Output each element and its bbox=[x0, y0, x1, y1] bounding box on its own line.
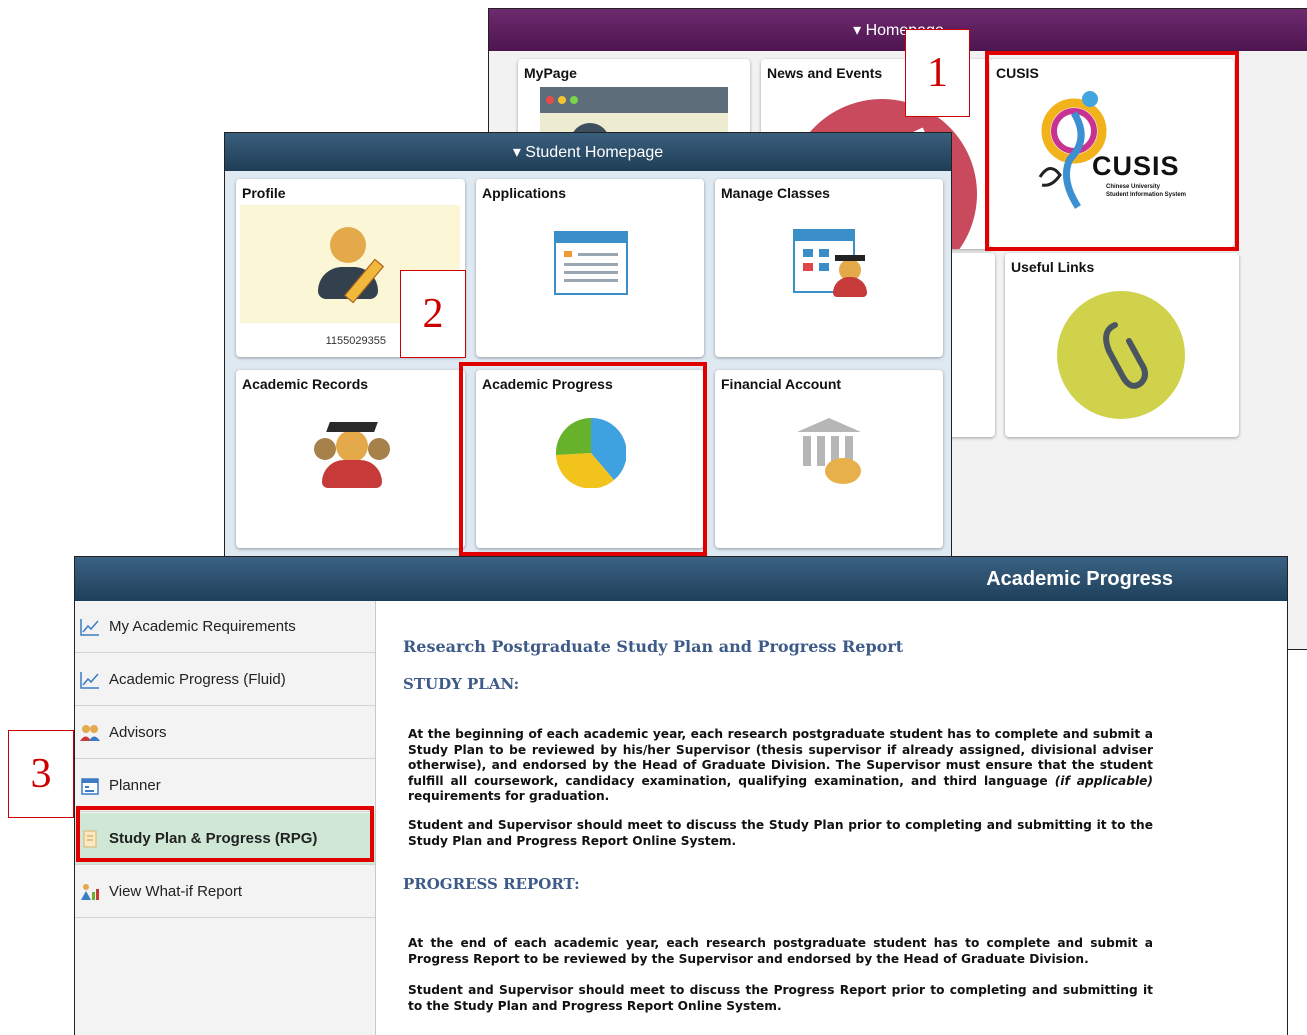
highlight-academic-progress-tile bbox=[459, 362, 707, 556]
main-content: Research Postgraduate Study Plan and Pro… bbox=[403, 601, 1157, 1035]
chart-line-icon bbox=[79, 617, 101, 637]
tile-applications[interactable]: Applications bbox=[476, 179, 704, 357]
profile-id: 1155029355 bbox=[325, 335, 386, 347]
sidebar-item-label: Advisors bbox=[109, 724, 167, 741]
tile-title: Applications bbox=[482, 185, 567, 201]
progress-report-paragraph-1: At the end of each academic year, each r… bbox=[408, 936, 1153, 966]
chart-line-icon bbox=[79, 670, 101, 690]
link-icon bbox=[1057, 291, 1185, 419]
tile-title: Financial Account bbox=[721, 376, 842, 392]
form-icon bbox=[554, 231, 628, 295]
highlight-study-plan-item bbox=[76, 806, 374, 862]
sidebar-item-label: Planner bbox=[109, 777, 161, 794]
bank-icon bbox=[795, 418, 865, 488]
study-plan-paragraph-2: Student and Supervisor should meet to di… bbox=[408, 818, 1153, 848]
homepage-header[interactable]: ▾ Homepage bbox=[489, 9, 1307, 51]
progress-report-paragraph-2: Student and Supervisor should meet to di… bbox=[408, 983, 1153, 1013]
sidebar-item-planner[interactable]: Planner bbox=[75, 760, 375, 812]
people-icon bbox=[79, 723, 101, 743]
page-title: Research Postgraduate Study Plan and Pro… bbox=[403, 637, 904, 656]
sidebar-item-label: My Academic Requirements bbox=[109, 618, 296, 635]
sidebar-item-academic-progress-fluid[interactable]: Academic Progress (Fluid) bbox=[75, 654, 375, 706]
planner-icon bbox=[79, 776, 101, 796]
tile-title: Academic Records bbox=[242, 376, 369, 392]
sidebar-item-advisors[interactable]: Advisors bbox=[75, 707, 375, 759]
sidebar-item-label: View What-if Report bbox=[109, 883, 243, 900]
tile-title: Profile bbox=[242, 185, 286, 201]
academic-progress-panel: Academic Progress My Academic Requiremen… bbox=[74, 556, 1288, 1035]
tile-useful-links[interactable]: Useful Links bbox=[1005, 253, 1239, 437]
sidebar-item-view-what-if-report[interactable]: View What-if Report bbox=[75, 866, 375, 918]
tile-manage-classes[interactable]: Manage Classes bbox=[715, 179, 943, 357]
sidebar-item-label: Academic Progress (Fluid) bbox=[109, 671, 286, 688]
step-label-3: 3 bbox=[8, 730, 74, 818]
step-label-2: 2 bbox=[400, 270, 466, 358]
tile-title: MyPage bbox=[524, 65, 577, 81]
sidebar-item-my-academic-requirements[interactable]: My Academic Requirements bbox=[75, 601, 375, 653]
graduates-icon bbox=[310, 414, 394, 488]
tile-title: Manage Classes bbox=[721, 185, 830, 201]
calendar-graduate-icon bbox=[793, 229, 867, 297]
study-plan-paragraph-1: At the beginning of each academic year, … bbox=[408, 727, 1153, 803]
tile-academic-records[interactable]: Academic Records bbox=[236, 370, 465, 548]
tile-title: News and Events bbox=[767, 65, 883, 81]
what-if-icon bbox=[79, 882, 101, 902]
tile-title: Useful Links bbox=[1011, 259, 1095, 275]
profile-user-icon bbox=[318, 227, 385, 307]
study-plan-heading: STUDY PLAN: bbox=[403, 675, 520, 693]
highlight-cusis-tile bbox=[985, 51, 1239, 251]
progress-report-heading: PROGRESS REPORT: bbox=[403, 875, 580, 893]
academic-progress-header: Academic Progress bbox=[75, 557, 1287, 601]
tile-financial-account[interactable]: Financial Account bbox=[715, 370, 943, 548]
step-label-1: 1 bbox=[905, 29, 970, 117]
student-homepage-header[interactable]: ▾ Student Homepage bbox=[225, 133, 951, 171]
